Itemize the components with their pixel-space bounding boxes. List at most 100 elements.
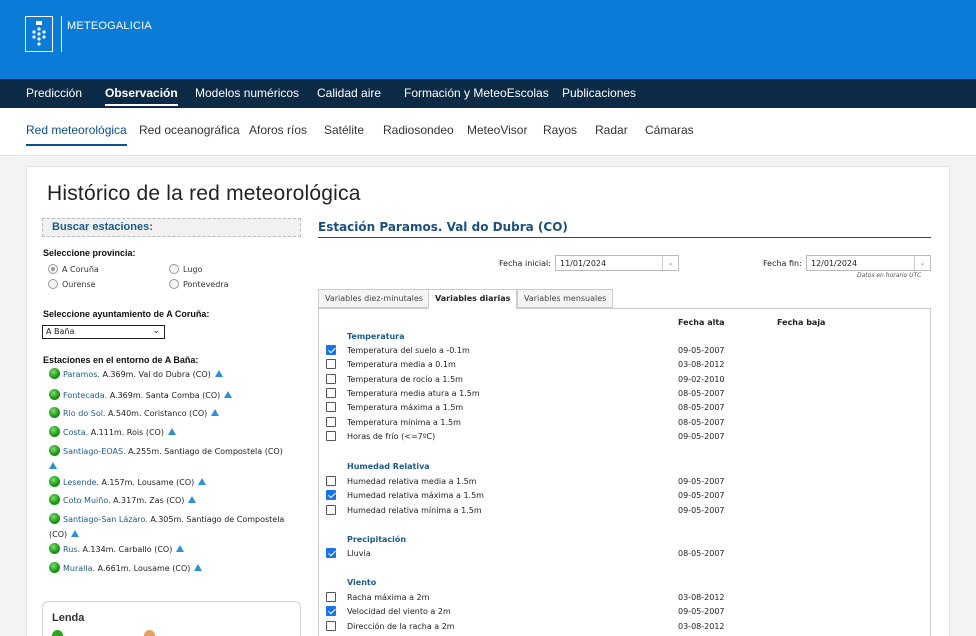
variable-checkbox[interactable]: [326, 417, 336, 427]
sub-nav-item-radiosondeo[interactable]: Radiosondeo: [383, 123, 454, 137]
variable-name: Humedad relativa media a 1.5m: [347, 477, 477, 486]
variable-fecha-alta: 09-05-2007: [678, 477, 725, 486]
station-link[interactable]: Costa.: [63, 428, 88, 437]
station-item: Rio do Sol. A.540m. Coristanco (CO): [49, 406, 304, 421]
station-status-icon: [49, 368, 60, 379]
variable-checkbox[interactable]: [326, 490, 336, 500]
variable-checkbox[interactable]: [326, 431, 336, 441]
sub-nav-item-camaras[interactable]: Cámaras: [645, 123, 694, 137]
variable-checkbox[interactable]: [326, 548, 336, 558]
radio-button[interactable]: [169, 264, 179, 274]
station-link[interactable]: Fontecada.: [63, 391, 107, 400]
triangle-up-icon[interactable]: [214, 370, 223, 377]
variable-fecha-alta: 08-05-2007: [678, 389, 725, 398]
triangle-up-icon[interactable]: [167, 428, 176, 435]
radio-province-a-coruna[interactable]: A Coruña: [48, 264, 99, 274]
main-nav-item-modelos[interactable]: Modelos numéricos: [195, 79, 299, 108]
sub-nav-item-aforos-rios[interactable]: Aforos ríos: [249, 123, 307, 137]
sub-nav-item-meteovisor[interactable]: MeteoVisor: [467, 123, 527, 137]
municipality-select-value: A Baña: [46, 327, 75, 336]
variable-checkbox[interactable]: [326, 402, 336, 412]
radio-button[interactable]: [48, 279, 58, 289]
start-date-value: 11/01/2024: [560, 259, 607, 268]
radio-button[interactable]: [48, 264, 58, 274]
start-date-input[interactable]: 11/01/2024 ⌄: [555, 255, 679, 271]
station-link[interactable]: Lesende.: [63, 478, 99, 487]
sub-nav-item-red-oceanografica[interactable]: Red oceanográfica: [139, 123, 240, 137]
chevron-down-icon[interactable]: ⌄: [662, 256, 678, 270]
tab-variables-mensuales[interactable]: Variables mensuales: [517, 289, 614, 308]
main-nav-item-calidad-aire[interactable]: Calidad aire: [317, 79, 381, 108]
variable-checkbox[interactable]: [326, 345, 336, 355]
chevron-down-icon: ⌄: [152, 326, 160, 336]
station-info: A.661m. Lousame (CO): [95, 564, 191, 573]
station-link[interactable]: Paramos.: [63, 370, 100, 379]
triangle-up-icon[interactable]: [198, 478, 207, 485]
triangle-up-icon[interactable]: [194, 564, 203, 571]
triangle-up-icon[interactable]: [224, 391, 233, 398]
tab-variables-diez-minutales[interactable]: Variables diez-minutales: [318, 289, 430, 308]
station-link[interactable]: Santiago-EOAS.: [63, 447, 126, 456]
radio-province-pontevedra[interactable]: Pontevedra: [169, 279, 229, 289]
station-item: Rus. A.134m. Carballo (CO): [49, 542, 304, 557]
sub-nav-item-satelite[interactable]: Satélite: [324, 123, 364, 137]
tab-variables-diarias[interactable]: Variables diarias: [428, 289, 518, 309]
variable-name: Temperatura media atura a 1.5m: [347, 389, 480, 398]
brand-name[interactable]: METEOGALICIA: [67, 20, 152, 32]
triangle-up-icon[interactable]: [211, 409, 220, 416]
station-link[interactable]: Muralla.: [63, 564, 95, 573]
variable-checkbox[interactable]: [326, 359, 336, 369]
variable-row: Temperatura mínima a 1.5m 08-05-2007: [326, 417, 926, 429]
station-item: Coto Muiño. A.317m. Zas (CO): [49, 493, 304, 508]
variable-name: Racha máxima a 2m: [347, 593, 430, 602]
radio-button[interactable]: [169, 279, 179, 289]
radio-province-ourense[interactable]: Ourense: [48, 279, 96, 289]
variable-fecha-alta: 08-05-2007: [678, 549, 725, 558]
radio-label: Ourense: [62, 279, 96, 289]
station-item: Paramos. A.369m. Val do Dubra (CO): [49, 367, 304, 382]
station-item: Lesende. A.157m. Lousame (CO): [49, 475, 304, 490]
main-nav-item-formacion[interactable]: Formación y MeteoEscolas: [404, 79, 549, 108]
station-info: A.540m. Coristanco (CO): [105, 409, 208, 418]
variable-name: Horas de frío (<=7ºC): [347, 432, 436, 441]
station-status-icon: [49, 476, 60, 487]
sub-nav-item-red-meteorologica[interactable]: Red meteorológica: [26, 123, 127, 146]
station-link[interactable]: Rus.: [63, 545, 80, 554]
variable-row: Humedad relativa media a 1.5m 09-05-2007: [326, 476, 926, 488]
triangle-up-icon[interactable]: [49, 462, 57, 469]
variable-checkbox[interactable]: [326, 388, 336, 398]
radio-label: Pontevedra: [183, 279, 229, 289]
variable-checkbox[interactable]: [326, 592, 336, 602]
variable-fecha-alta: 09-05-2007: [678, 607, 725, 616]
variable-checkbox[interactable]: [326, 476, 336, 486]
variable-checkbox[interactable]: [326, 606, 336, 616]
end-date-input[interactable]: 12/01/2024 ⌄: [806, 255, 931, 271]
group-title-humedad-relativa: Humedad Relativa: [347, 462, 430, 471]
variable-checkbox[interactable]: [326, 621, 336, 631]
variable-checkbox[interactable]: [326, 374, 336, 384]
main-nav-item-publicaciones[interactable]: Publicaciones: [562, 79, 636, 108]
radio-province-lugo[interactable]: Lugo: [169, 264, 202, 274]
variable-checkbox[interactable]: [326, 505, 336, 515]
triangle-up-icon[interactable]: [71, 530, 80, 537]
triangle-up-icon[interactable]: [188, 496, 197, 503]
variable-name: Temperatura del suelo a -0.1m: [347, 346, 470, 355]
col-header-fecha-alta: Fecha alta: [678, 318, 725, 327]
variable-row: Humedad relativa máxima a 1.5m 09-05-2007: [326, 490, 926, 502]
main-nav-item-prediccion[interactable]: Predicción: [26, 79, 82, 108]
municipality-select[interactable]: A Baña ⌄: [42, 325, 165, 339]
main-nav-item-observacion[interactable]: Observación: [105, 79, 178, 108]
sub-nav-item-radar[interactable]: Radar: [595, 123, 628, 137]
variable-name: Dirección de la racha a 2m: [347, 622, 455, 631]
sub-nav-item-rayos[interactable]: Rayos: [543, 123, 577, 137]
triangle-up-icon[interactable]: [176, 545, 185, 552]
variable-row: Temperatura máxima a 1.5m 08-05-2007: [326, 402, 926, 414]
galicia-coat-of-arms-icon[interactable]: [25, 16, 53, 52]
group-title-precipitacion: Precipitación: [347, 535, 407, 544]
station-link[interactable]: Rio do Sol.: [63, 409, 105, 418]
station-info: A.255m. Santiago de Compostela (CO): [125, 447, 283, 456]
station-info: A.317m. Zas (CO): [110, 496, 185, 505]
chevron-down-icon[interactable]: ⌄: [914, 256, 930, 270]
station-link[interactable]: Santiago-San Lázaro.: [63, 515, 148, 524]
station-link[interactable]: Coto Muiño.: [63, 496, 111, 505]
